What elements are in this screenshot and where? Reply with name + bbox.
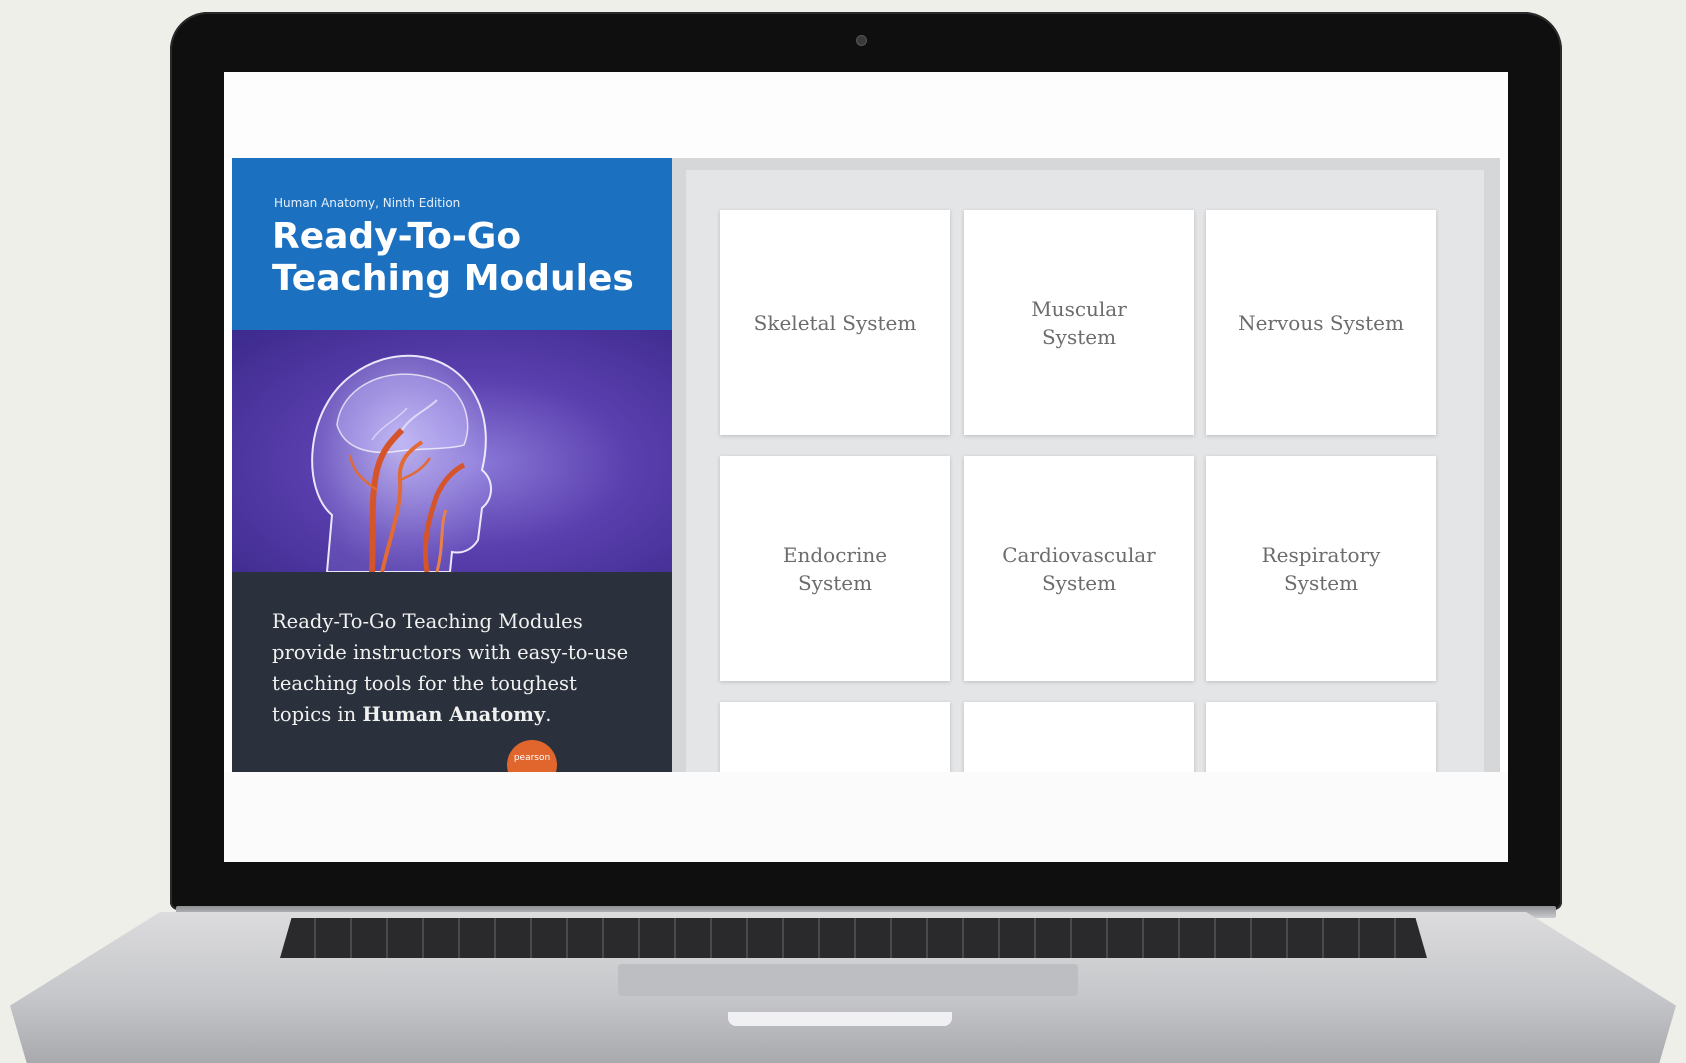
keyboard (280, 918, 1427, 958)
book-cover[interactable]: Human Anatomy, Ninth Edition Ready-To-Go… (232, 158, 672, 772)
trackpad (618, 964, 1078, 996)
module-card-cardiovascular[interactable]: Cardiovascular System (964, 456, 1194, 681)
module-label: Cardiovascular System (1002, 542, 1156, 595)
publisher-badge: pearson (507, 740, 557, 772)
camera-icon (856, 35, 867, 46)
module-card-skeletal[interactable]: Skeletal System (720, 210, 950, 435)
cover-title: Ready-To-Go Teaching Modules (272, 216, 672, 300)
cover-footer: Ready-To-Go Teaching Modules provide ins… (232, 572, 672, 772)
head-vascular-illustration-icon (311, 354, 492, 572)
module-card-muscular[interactable]: Muscular System (964, 210, 1194, 435)
cover-description: Ready-To-Go Teaching Modules provide ins… (272, 606, 642, 730)
cover-header: Human Anatomy, Ninth Edition Ready-To-Go… (232, 158, 672, 330)
module-label: Respiratory System (1261, 542, 1381, 595)
top-bar (224, 72, 1508, 158)
hero-section: Human Anatomy, Ninth Edition Ready-To-Go… (232, 158, 1500, 862)
module-grid: Skeletal System Muscular System Nervous … (672, 158, 1500, 862)
module-label: Muscular System (1031, 296, 1127, 349)
cover-title-line1: Ready-To-Go (272, 216, 522, 257)
module-label: Endocrine System (782, 542, 888, 595)
module-card-nervous[interactable]: Nervous System (1206, 210, 1436, 435)
module-card-endocrine[interactable]: Endocrine System (720, 456, 950, 681)
module-label: Skeletal System (753, 310, 917, 335)
cover-edition: Human Anatomy, Ninth Edition (274, 196, 461, 210)
cover-art (232, 330, 672, 572)
module-label: Nervous System (1238, 310, 1404, 335)
laptop-screen: Human Anatomy, Ninth Edition Ready-To-Go… (224, 72, 1508, 862)
screen-bottom-area (224, 772, 1508, 862)
cover-title-line2: Teaching Modules (272, 258, 634, 299)
module-grid-inner: Skeletal System Muscular System Nervous … (686, 170, 1484, 862)
module-card-respiratory[interactable]: Respiratory System (1206, 456, 1436, 681)
cover-description-end: . (545, 703, 552, 726)
lid-notch (728, 1012, 952, 1026)
cover-description-bold: Human Anatomy (362, 703, 546, 726)
